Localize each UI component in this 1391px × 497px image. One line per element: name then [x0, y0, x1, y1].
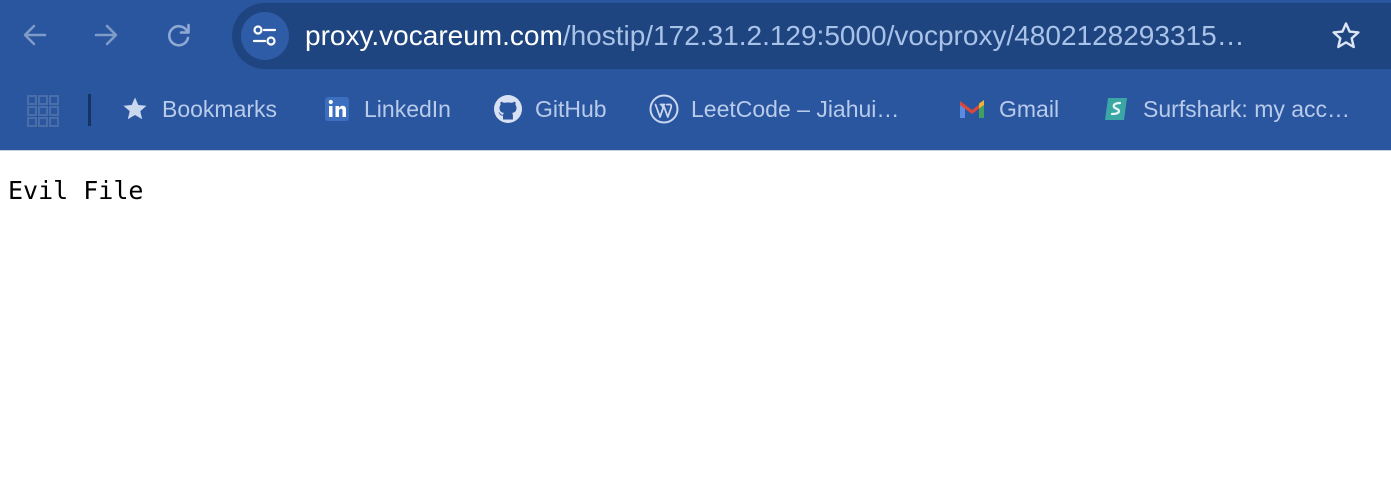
bookmark-gmail[interactable]: Gmail: [957, 86, 1059, 132]
bookmarks-divider: [88, 94, 91, 126]
bookmark-label: LeetCode – Jiahui…: [691, 95, 900, 122]
bookmark-label: GitHub: [535, 95, 607, 122]
bookmark-label: Bookmarks: [162, 95, 278, 122]
bookmark-bookmarks[interactable]: Bookmarks: [120, 86, 277, 132]
url-host: proxy.vocareum.com: [305, 20, 563, 51]
browser-toolbar: proxy.vocareum.com/hostip/172.31.2.129:5…: [0, 0, 1391, 150]
gmail-icon: [957, 94, 987, 124]
toolbar-separator: [0, 150, 1391, 151]
bookmark-linkedin[interactable]: LinkedIn: [322, 86, 451, 132]
wordpress-icon: [649, 94, 679, 124]
url-path: /hostip/172.31.2.129:5000/vocproxy/48021…: [562, 20, 1245, 51]
url-text[interactable]: proxy.vocareum.com/hostip/172.31.2.129:5…: [305, 3, 1305, 69]
reload-icon: [167, 23, 190, 47]
star-outline-icon: [1332, 22, 1360, 49]
apps-grid-icon[interactable]: [26, 94, 60, 128]
arrow-right-icon: [94, 24, 118, 46]
surfshark-icon: [1101, 94, 1131, 124]
reload-button[interactable]: [156, 12, 202, 58]
arrow-left-icon: [23, 24, 47, 46]
page-body-text: Evil File: [8, 176, 144, 205]
github-icon: [493, 94, 523, 124]
bookmark-github[interactable]: GitHub: [493, 86, 607, 132]
tune-icon: [252, 25, 277, 46]
bookmark-label: Surfshark: my acc…: [1143, 95, 1351, 122]
bookmark-surfshark[interactable]: Surfshark: my acc…: [1101, 86, 1350, 132]
bookmark-page-button[interactable]: [1326, 16, 1366, 56]
bookmark-label: Gmail: [999, 95, 1060, 122]
site-info-button[interactable]: [241, 12, 289, 60]
linkedin-icon: [322, 94, 352, 124]
bookmarks-bar: Bookmarks LinkedIn GitHub LeetCode – Jia…: [0, 86, 1391, 132]
forward-button[interactable]: [83, 12, 129, 58]
address-bar[interactable]: proxy.vocareum.com/hostip/172.31.2.129:5…: [232, 3, 1391, 69]
bookmark-label: LinkedIn: [364, 95, 451, 122]
back-button[interactable]: [12, 12, 58, 58]
star-icon: [120, 94, 150, 124]
bookmark-leetcode[interactable]: LeetCode – Jiahui…: [649, 86, 899, 132]
